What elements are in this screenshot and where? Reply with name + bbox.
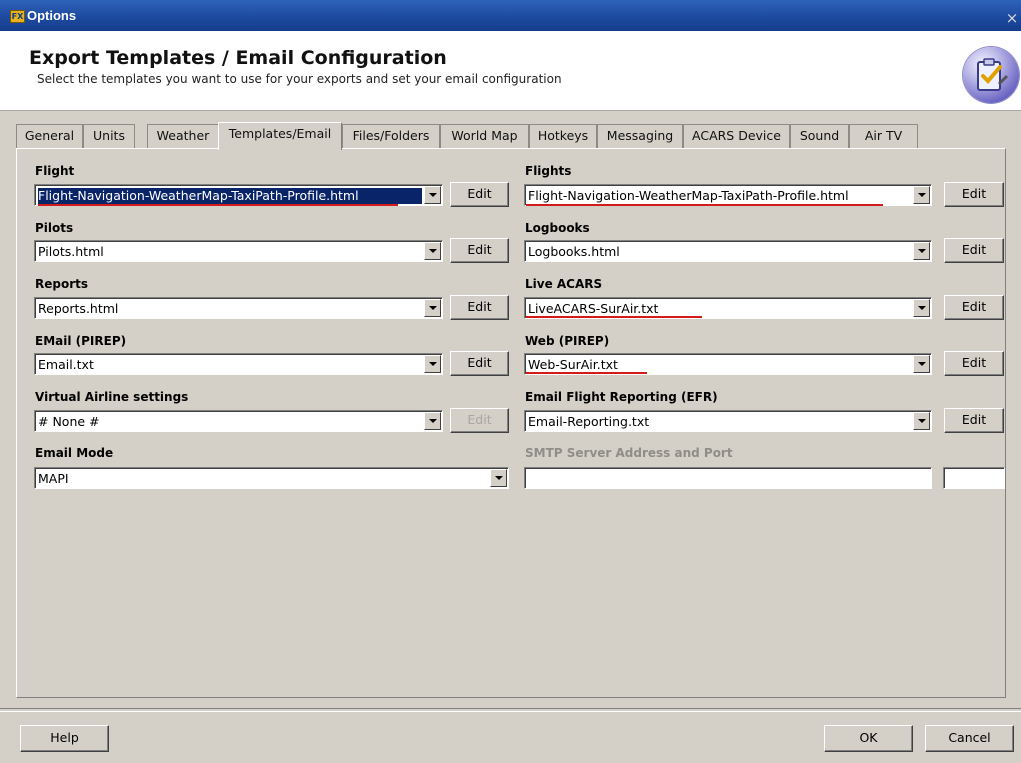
tab-templates-email[interactable]: Templates/Email xyxy=(218,122,342,150)
tab-files-folders[interactable]: Files/Folders xyxy=(342,124,440,148)
ok-button[interactable]: OK xyxy=(824,725,913,752)
chevron-down-icon[interactable] xyxy=(913,242,930,260)
help-button[interactable]: Help xyxy=(20,725,109,752)
efr-combo[interactable]: Email-Reporting.txt xyxy=(524,410,932,432)
logbooks-edit-button[interactable]: Edit xyxy=(944,238,1004,263)
close-icon[interactable]: × xyxy=(1004,10,1020,26)
chevron-down-icon[interactable] xyxy=(913,299,930,317)
templates-email-panel: Flight Flight-Navigation-WeatherMap-Taxi… xyxy=(16,148,1006,698)
live-acars-edit-button[interactable]: Edit xyxy=(944,295,1004,320)
chevron-down-icon[interactable] xyxy=(490,469,507,487)
virtual-airline-value: # None # xyxy=(38,414,100,429)
flight-template-combo[interactable]: Flight-Navigation-WeatherMap-TaxiPath-Pr… xyxy=(34,184,443,206)
page-subtitle: Select the templates you want to use for… xyxy=(37,72,562,86)
reports-template-value: Reports.html xyxy=(38,301,119,316)
email-template-combo[interactable]: Email.txt xyxy=(34,353,443,375)
efr-value: Email-Reporting.txt xyxy=(528,414,650,429)
smtp-address-input[interactable] xyxy=(524,467,932,489)
pilots-template-value: Pilots.html xyxy=(38,244,104,259)
tab-hotkeys[interactable]: Hotkeys xyxy=(529,124,597,148)
options-dialog: General Units Weather Templates/Email Fi… xyxy=(0,111,1021,763)
title-bar: FX Options × xyxy=(0,0,1021,31)
chevron-down-icon[interactable] xyxy=(424,412,441,430)
cancel-button[interactable]: Cancel xyxy=(925,725,1014,752)
chevron-down-icon[interactable] xyxy=(424,355,441,373)
annotation-underline xyxy=(526,316,702,318)
window-title: Options xyxy=(27,8,77,23)
logbooks-label: Logbooks xyxy=(525,221,590,235)
efr-edit-button[interactable]: Edit xyxy=(944,408,1004,433)
flights-edit-button[interactable]: Edit xyxy=(944,182,1004,207)
chevron-down-icon[interactable] xyxy=(913,186,930,204)
reports-template-combo[interactable]: Reports.html xyxy=(34,297,443,319)
web-pirep-label: Web (PIREP) xyxy=(525,334,610,348)
tab-sound[interactable]: Sound xyxy=(790,124,849,148)
flights-template-combo[interactable]: Flight-Navigation-WeatherMap-TaxiPath-Pr… xyxy=(524,184,932,206)
email-template-value: Email.txt xyxy=(38,357,94,372)
chevron-down-icon[interactable] xyxy=(913,355,930,373)
fsx-app-icon: FX xyxy=(10,10,25,23)
live-acars-value: LiveACARS-SurAir.txt xyxy=(528,301,659,316)
flight-edit-button[interactable]: Edit xyxy=(450,182,509,207)
tab-acars-device[interactable]: ACARS Device xyxy=(683,124,790,148)
annotation-underline xyxy=(38,204,398,206)
tab-units[interactable]: Units xyxy=(83,124,135,148)
logbooks-template-combo[interactable]: Logbooks.html xyxy=(524,240,932,262)
annotation-underline xyxy=(526,372,647,374)
web-pirep-value: Web-SurAir.txt xyxy=(528,357,618,372)
reports-label: Reports xyxy=(35,277,89,291)
email-pirep-label: EMail (PIREP) xyxy=(35,334,127,348)
footer-divider xyxy=(0,708,1021,712)
virtual-airline-label: Virtual Airline settings xyxy=(35,390,189,404)
chevron-down-icon[interactable] xyxy=(424,299,441,317)
chevron-down-icon[interactable] xyxy=(424,242,441,260)
pilots-template-combo[interactable]: Pilots.html xyxy=(34,240,443,262)
flight-template-value: Flight-Navigation-WeatherMap-TaxiPath-Pr… xyxy=(38,188,422,204)
logbooks-template-value: Logbooks.html xyxy=(528,244,620,259)
live-acars-label: Live ACARS xyxy=(525,277,603,291)
tab-weather[interactable]: Weather xyxy=(147,124,219,148)
tab-air-tv[interactable]: Air TV xyxy=(849,124,918,148)
web-pirep-edit-button[interactable]: Edit xyxy=(944,351,1004,376)
flight-label: Flight xyxy=(35,164,75,178)
page-header: Export Templates / Email Configuration S… xyxy=(0,31,1021,111)
chevron-down-icon[interactable] xyxy=(913,412,930,430)
efr-label: Email Flight Reporting (EFR) xyxy=(525,390,718,404)
tab-world-map[interactable]: World Map xyxy=(440,124,529,148)
flights-label: Flights xyxy=(525,164,572,178)
page-title: Export Templates / Email Configuration xyxy=(29,47,447,69)
email-edit-button[interactable]: Edit xyxy=(450,351,509,376)
smtp-port-input[interactable] xyxy=(943,467,1005,489)
virtual-airline-edit-button: Edit xyxy=(450,408,509,433)
tab-general[interactable]: General xyxy=(16,124,83,148)
chevron-down-icon[interactable] xyxy=(424,186,441,204)
annotation-underline xyxy=(526,204,883,206)
email-mode-label: Email Mode xyxy=(35,446,114,460)
reports-edit-button[interactable]: Edit xyxy=(450,295,509,320)
flights-template-value: Flight-Navigation-WeatherMap-TaxiPath-Pr… xyxy=(528,188,849,203)
smtp-label: SMTP Server Address and Port xyxy=(525,446,733,460)
email-mode-combo[interactable]: MAPI xyxy=(34,467,509,489)
pilots-edit-button[interactable]: Edit xyxy=(450,238,509,263)
email-mode-value: MAPI xyxy=(38,471,69,486)
checklist-badge-icon xyxy=(963,47,1019,103)
pilots-label: Pilots xyxy=(35,221,74,235)
tab-messaging[interactable]: Messaging xyxy=(597,124,683,148)
virtual-airline-combo[interactable]: # None # xyxy=(34,410,443,432)
